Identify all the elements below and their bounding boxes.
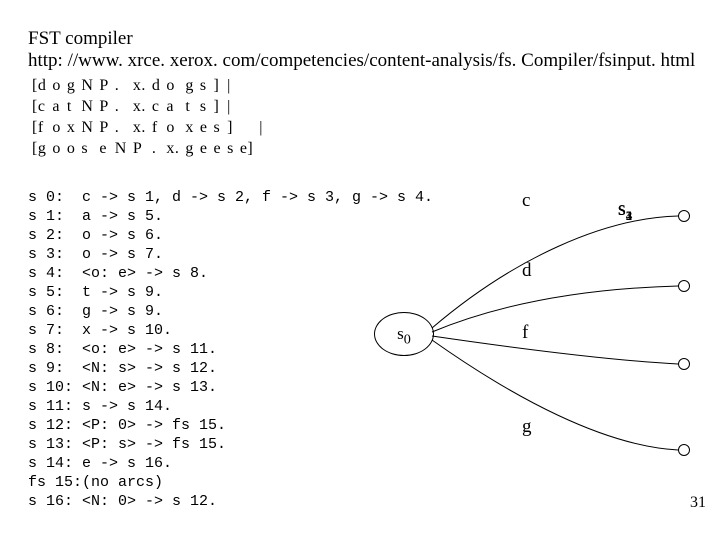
source-url: http: //www. xrce. xerox. com/competenci… — [28, 50, 695, 72]
edge-label-d: d — [522, 260, 532, 282]
node-s3-dot — [678, 358, 690, 370]
state-arc-listing: s 0:c -> s 1, d -> s 2, f -> s 3, g -> s… — [28, 188, 433, 511]
page-title: FST compiler — [28, 28, 133, 50]
edge-label-f: f — [522, 322, 528, 344]
fst-graph: s0 s1 s2 s3 s4 c d f g — [374, 198, 704, 498]
page-number: 31 — [690, 494, 706, 512]
node-s0: s0 — [374, 312, 434, 356]
regex-input-block: [dogNP.x.dogs]|[catNP.x.cats]|[foxNP.x.f… — [28, 74, 279, 160]
node-s1-dot — [678, 210, 690, 222]
label-s4: s4 — [618, 198, 632, 224]
edge-label-g: g — [522, 416, 532, 438]
edge-label-c: c — [522, 190, 530, 212]
node-s2-dot — [678, 280, 690, 292]
node-s4-dot — [678, 444, 690, 456]
